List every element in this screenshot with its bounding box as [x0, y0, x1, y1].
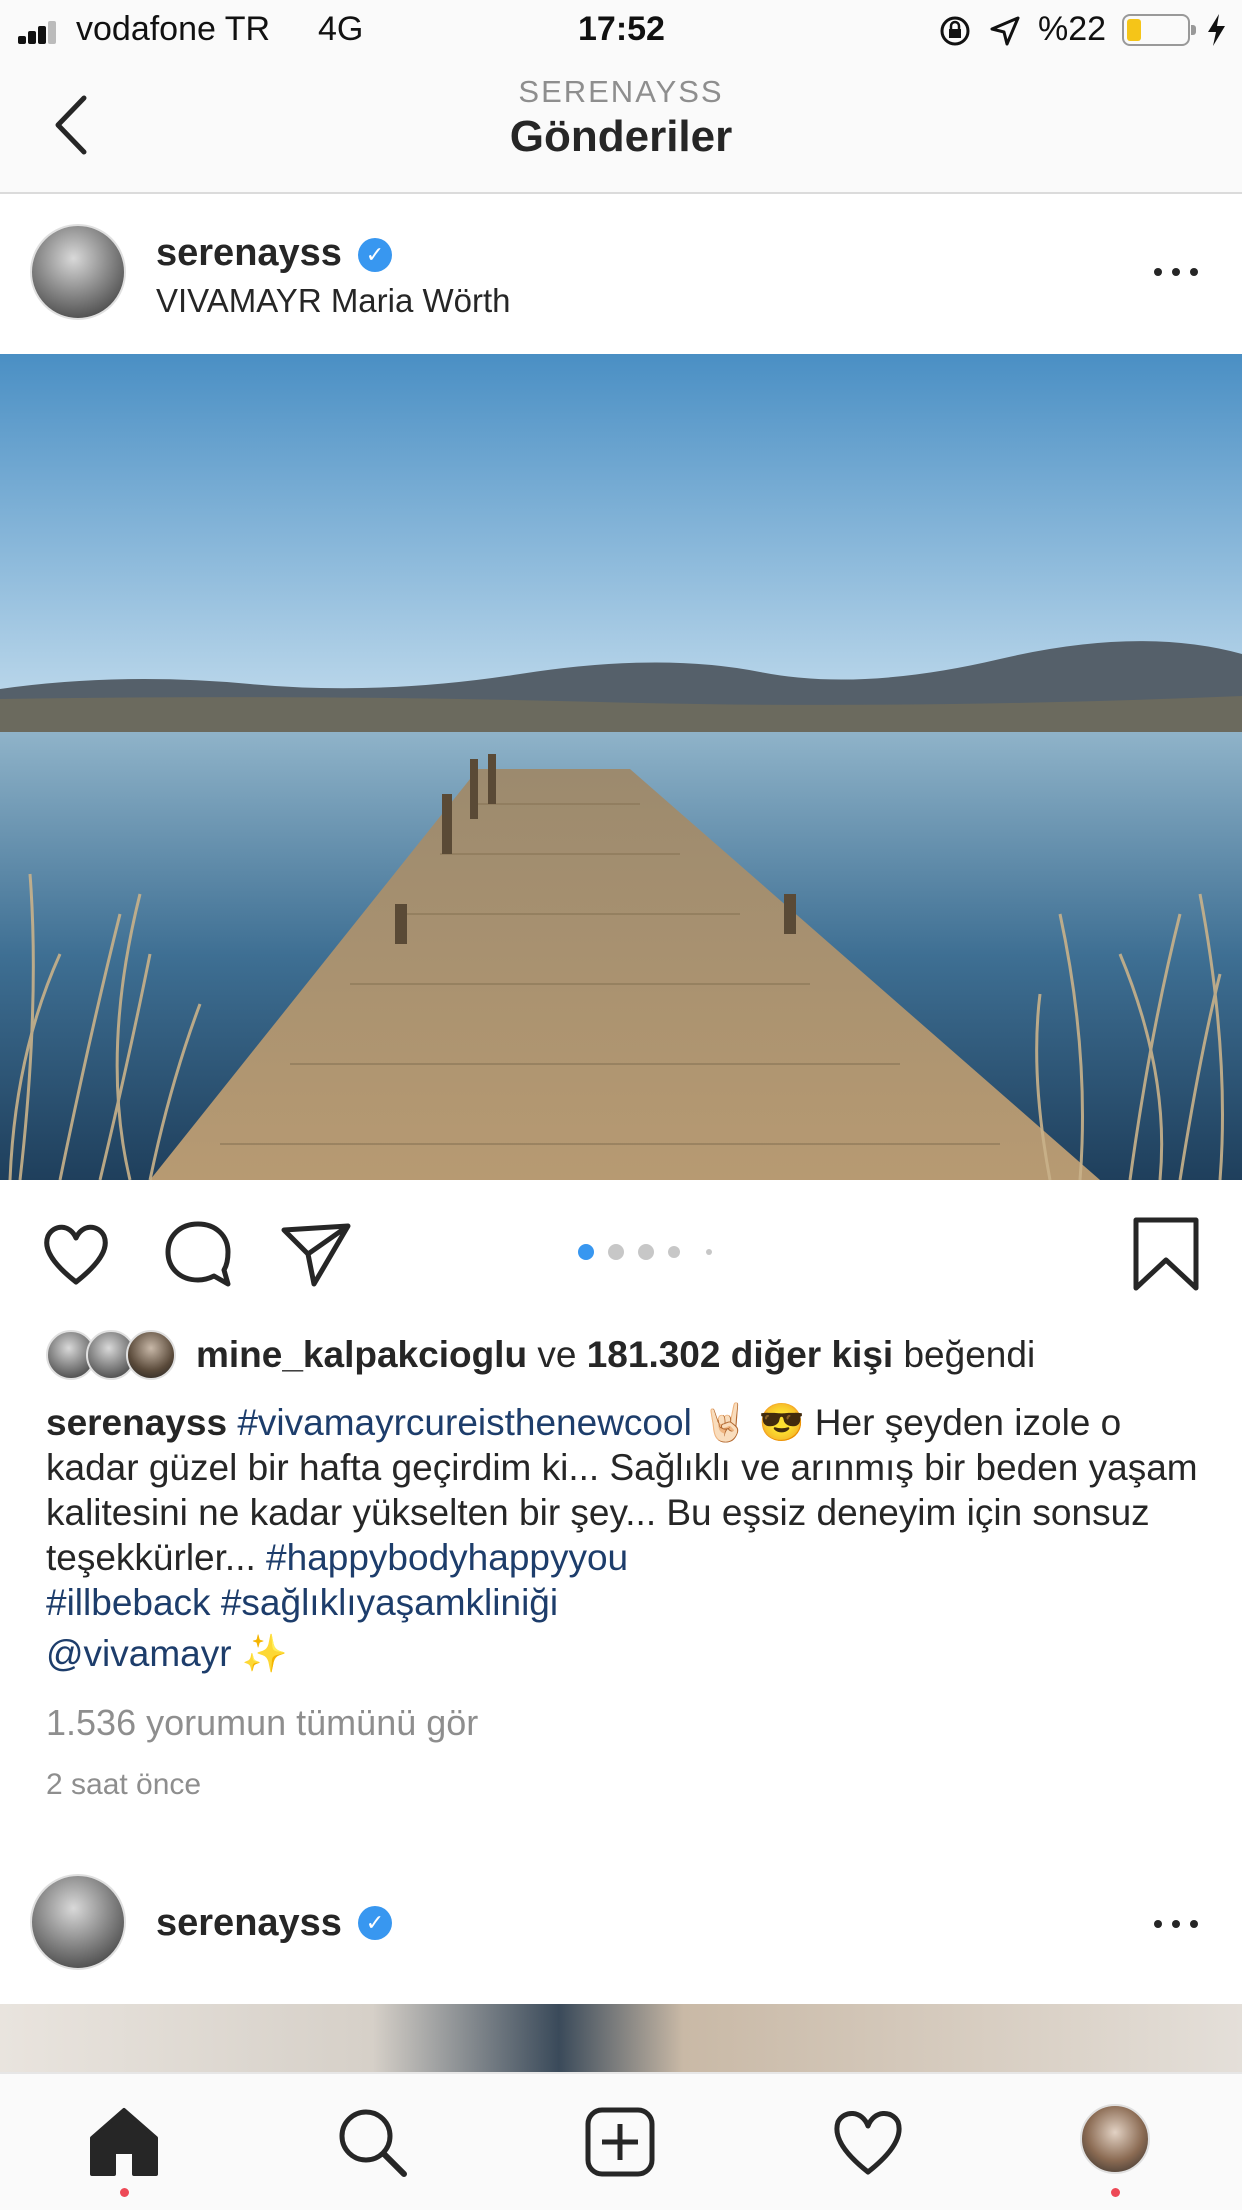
- profile-notification-dot: [1111, 2188, 1120, 2197]
- comment-bubble-icon[interactable]: [160, 1216, 236, 1292]
- save-bookmark-icon[interactable]: [1128, 1216, 1204, 1292]
- location-arrow-icon: [990, 16, 1020, 46]
- signal-strength-icon: [18, 18, 68, 44]
- battery-percent: %22: [1038, 10, 1107, 48]
- liker-avatars[interactable]: [46, 1330, 180, 1380]
- profile-avatar[interactable]: [1080, 2104, 1150, 2174]
- caption-hashtag[interactable]: #sağlıklıyaşamkliniği: [221, 1582, 558, 1623]
- clock: 17:52: [578, 10, 665, 48]
- post-username[interactable]: serenayss: [156, 232, 342, 275]
- next-post-image[interactable]: [0, 2004, 1242, 2072]
- navigation-header: SERENAYSS Gönderiler: [0, 60, 1242, 194]
- home-icon[interactable]: [84, 2102, 164, 2182]
- liked-by-text[interactable]: mine_kalpakcioglu ve 181.302 diğer kişi …: [196, 1334, 1035, 1376]
- add-post-icon[interactable]: [580, 2102, 660, 2182]
- like-count[interactable]: 181.302 diğer kişi: [587, 1334, 893, 1375]
- liked-connector: ve: [537, 1334, 577, 1375]
- orientation-lock-icon: [940, 16, 970, 46]
- verified-badge-icon: ✓: [358, 238, 392, 272]
- user-avatar[interactable]: [30, 224, 126, 320]
- search-icon[interactable]: [332, 2102, 412, 2182]
- activity-heart-icon[interactable]: [828, 2102, 908, 2182]
- caption-username[interactable]: serenayss: [46, 1402, 227, 1443]
- verified-badge-icon: ✓: [358, 1906, 392, 1940]
- carousel-indicator: [578, 1242, 728, 1262]
- bottom-tab-bar: [0, 2072, 1242, 2210]
- post-caption: serenayss #vivamayrcureisthenewcool 🤘🏻 😎…: [46, 1400, 1206, 1676]
- battery-icon: [1122, 14, 1196, 46]
- post-location[interactable]: VIVAMAYR Maria Wörth: [156, 282, 511, 320]
- status-bar: vodafone TR 4G 17:52 %22: [0, 0, 1242, 60]
- home-notification-dot: [120, 2188, 129, 2197]
- like-heart-icon[interactable]: [38, 1216, 114, 1292]
- next-post-avatar[interactable]: [30, 1874, 126, 1970]
- caption-mention[interactable]: @vivamayr: [46, 1633, 232, 1674]
- sparkles-emoji: ✨: [241, 1633, 288, 1674]
- more-options-icon[interactable]: [1146, 1914, 1206, 1934]
- caption-hashtag[interactable]: #vivamayrcureisthenewcool: [237, 1402, 691, 1443]
- caption-hashtag[interactable]: #illbeback: [46, 1582, 211, 1623]
- liked-by-username[interactable]: mine_kalpakcioglu: [196, 1334, 527, 1375]
- view-all-comments-link[interactable]: 1.536 yorumun tümünü gör: [46, 1702, 478, 1744]
- share-send-icon[interactable]: [278, 1216, 354, 1292]
- carrier-name: vodafone TR: [76, 10, 271, 48]
- next-post-username[interactable]: serenayss: [156, 1902, 342, 1945]
- caption-hashtag[interactable]: #happybodyhappyyou: [266, 1537, 628, 1578]
- caption-emoji: 🤘🏻 😎: [702, 1402, 805, 1443]
- header-subtitle: SERENAYSS: [518, 74, 724, 109]
- more-options-icon[interactable]: [1146, 262, 1206, 282]
- liked-suffix: beğendi: [903, 1334, 1036, 1375]
- post-timestamp: 2 saat önce: [46, 1768, 202, 1801]
- page-title: Gönderiler: [509, 112, 733, 161]
- network-type: 4G: [318, 10, 364, 48]
- charging-bolt-icon: [1208, 14, 1225, 46]
- post-image[interactable]: [0, 354, 1242, 1180]
